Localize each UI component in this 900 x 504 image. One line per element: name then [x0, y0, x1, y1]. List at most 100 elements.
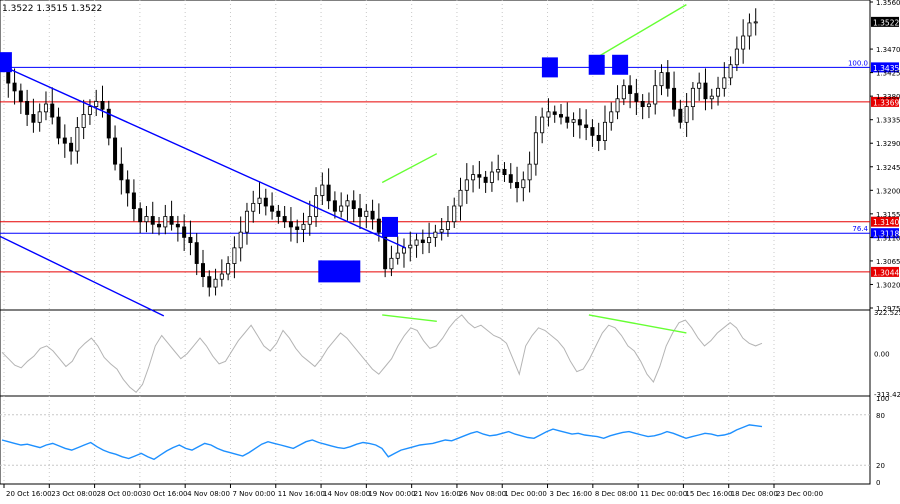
- time-tick-label: 18 Dec 08:00: [731, 490, 778, 498]
- candle-body: [716, 87, 721, 97]
- time-tick-label: 15 Dec 16:00: [685, 490, 732, 498]
- price-tick-label: 1.3110: [876, 234, 900, 242]
- time-tick-label: 26 Nov 08:00: [459, 490, 506, 498]
- price-tick-label: 1.2975: [876, 305, 900, 313]
- level-label: 1.3140: [873, 218, 899, 227]
- candle-body: [571, 119, 576, 123]
- candle-body: [527, 163, 532, 181]
- candle-body: [621, 85, 626, 100]
- candle-body: [131, 192, 136, 210]
- candle-body: [119, 163, 124, 181]
- time-tick-label: 11 Dec 00:00: [640, 490, 687, 498]
- candle-body: [401, 247, 406, 254]
- candle-body: [508, 174, 513, 183]
- candle-body: [270, 205, 275, 212]
- oscillator-2-tick: 20: [876, 462, 885, 470]
- time-tick-label: 14 Nov 08:00: [323, 490, 370, 498]
- candle-body: [370, 210, 375, 220]
- candle-body: [307, 216, 312, 225]
- candle-body: [665, 72, 670, 89]
- candle-body: [138, 208, 143, 223]
- signal-marker: [382, 216, 398, 237]
- candle-body: [332, 200, 337, 212]
- candle-body: [722, 77, 727, 89]
- signal-marker: [0, 52, 12, 73]
- time-tick-label: 4 Nov 08:00: [187, 490, 230, 498]
- candle-body: [376, 218, 381, 233]
- candle-body: [609, 111, 614, 123]
- candle-body: [282, 216, 287, 223]
- candle-body: [709, 95, 714, 100]
- candle-body: [163, 216, 168, 228]
- candle-body: [175, 223, 180, 228]
- candle-body: [351, 200, 356, 210]
- candle-body: [219, 273, 224, 280]
- candle-body: [100, 100, 105, 110]
- candle-body: [69, 142, 74, 152]
- candle-body: [144, 216, 149, 223]
- candle-body: [496, 168, 501, 173]
- candle-body: [433, 231, 438, 238]
- candle-body: [276, 210, 281, 217]
- candle-body: [596, 134, 601, 142]
- candle-body: [50, 103, 55, 118]
- price-tick-label: 1.3560: [876, 0, 900, 7]
- candle-body: [546, 111, 551, 118]
- time-tick-label: 7 Nov 00:00: [232, 490, 275, 498]
- candle-body: [408, 244, 413, 249]
- candle-body: [12, 82, 17, 92]
- candle-body: [471, 174, 476, 181]
- candle-body: [590, 127, 595, 136]
- signal-marker: [541, 57, 558, 78]
- time-tick-label: 1 Dec 00:00: [504, 490, 547, 498]
- time-tick-label: 21 Nov 16:00: [414, 490, 461, 498]
- candle-body: [94, 100, 99, 108]
- candle-body: [87, 106, 92, 115]
- candle-body: [263, 197, 268, 207]
- candle-body: [659, 72, 664, 87]
- candle-body: [157, 223, 162, 228]
- price-tick-label: 1.3065: [876, 258, 900, 266]
- candle-body: [653, 85, 658, 105]
- candle-body: [452, 205, 457, 223]
- level-label: 1.3044: [873, 268, 899, 277]
- candle-body: [464, 179, 469, 191]
- candle-body: [288, 221, 293, 228]
- chart-canvas[interactable]: 1.3435100.01.33691.31401.311876.41.3044 …: [0, 0, 900, 500]
- candle-body: [646, 103, 651, 108]
- candle-body: [577, 119, 582, 126]
- candle-body: [301, 223, 306, 230]
- price-tick-label: 1.3425: [876, 70, 900, 78]
- price-tick-label: 1.3380: [876, 93, 900, 101]
- candle-body: [552, 111, 557, 115]
- time-axis: 20 Oct 16:00 23 Oct 08:00 28 Oct 00:00 30 O…: [3, 484, 823, 498]
- candle-body: [420, 239, 425, 244]
- trading-chart[interactable]: 1.3435 100.0 1.3369 1.3140 1.3118 76.4 1.3044 …: [0, 0, 900, 500]
- price-tick-label: 1.3200: [876, 187, 900, 195]
- candle-body: [502, 168, 507, 176]
- candle-body: [634, 93, 639, 102]
- candle-body: [483, 176, 488, 183]
- price-tick-label: 1.3020: [876, 281, 900, 289]
- candle-body: [314, 195, 319, 217]
- candle-body: [364, 210, 369, 217]
- candle-body: [25, 100, 30, 115]
- oscillator-2-frame: [0, 395, 871, 485]
- fib-level-label: 100.0: [848, 59, 868, 67]
- price-tick-label: 1.3335: [876, 117, 900, 125]
- candle-body: [188, 236, 193, 244]
- candle-body: [515, 182, 520, 189]
- candle-body: [753, 21, 758, 24]
- candle-body: [238, 231, 243, 249]
- candle-body: [169, 216, 174, 225]
- candle-body: [358, 208, 363, 217]
- candle-body: [389, 257, 394, 270]
- signal-marker: [588, 54, 605, 75]
- candle-body: [540, 116, 545, 134]
- candle-body: [31, 114, 36, 123]
- candle-body: [194, 242, 199, 264]
- time-tick-label: 8 Dec 08:00: [595, 490, 638, 498]
- current-price-label: 1.3522: [873, 18, 899, 27]
- candle-body: [244, 210, 249, 233]
- candle-body: [232, 247, 237, 264]
